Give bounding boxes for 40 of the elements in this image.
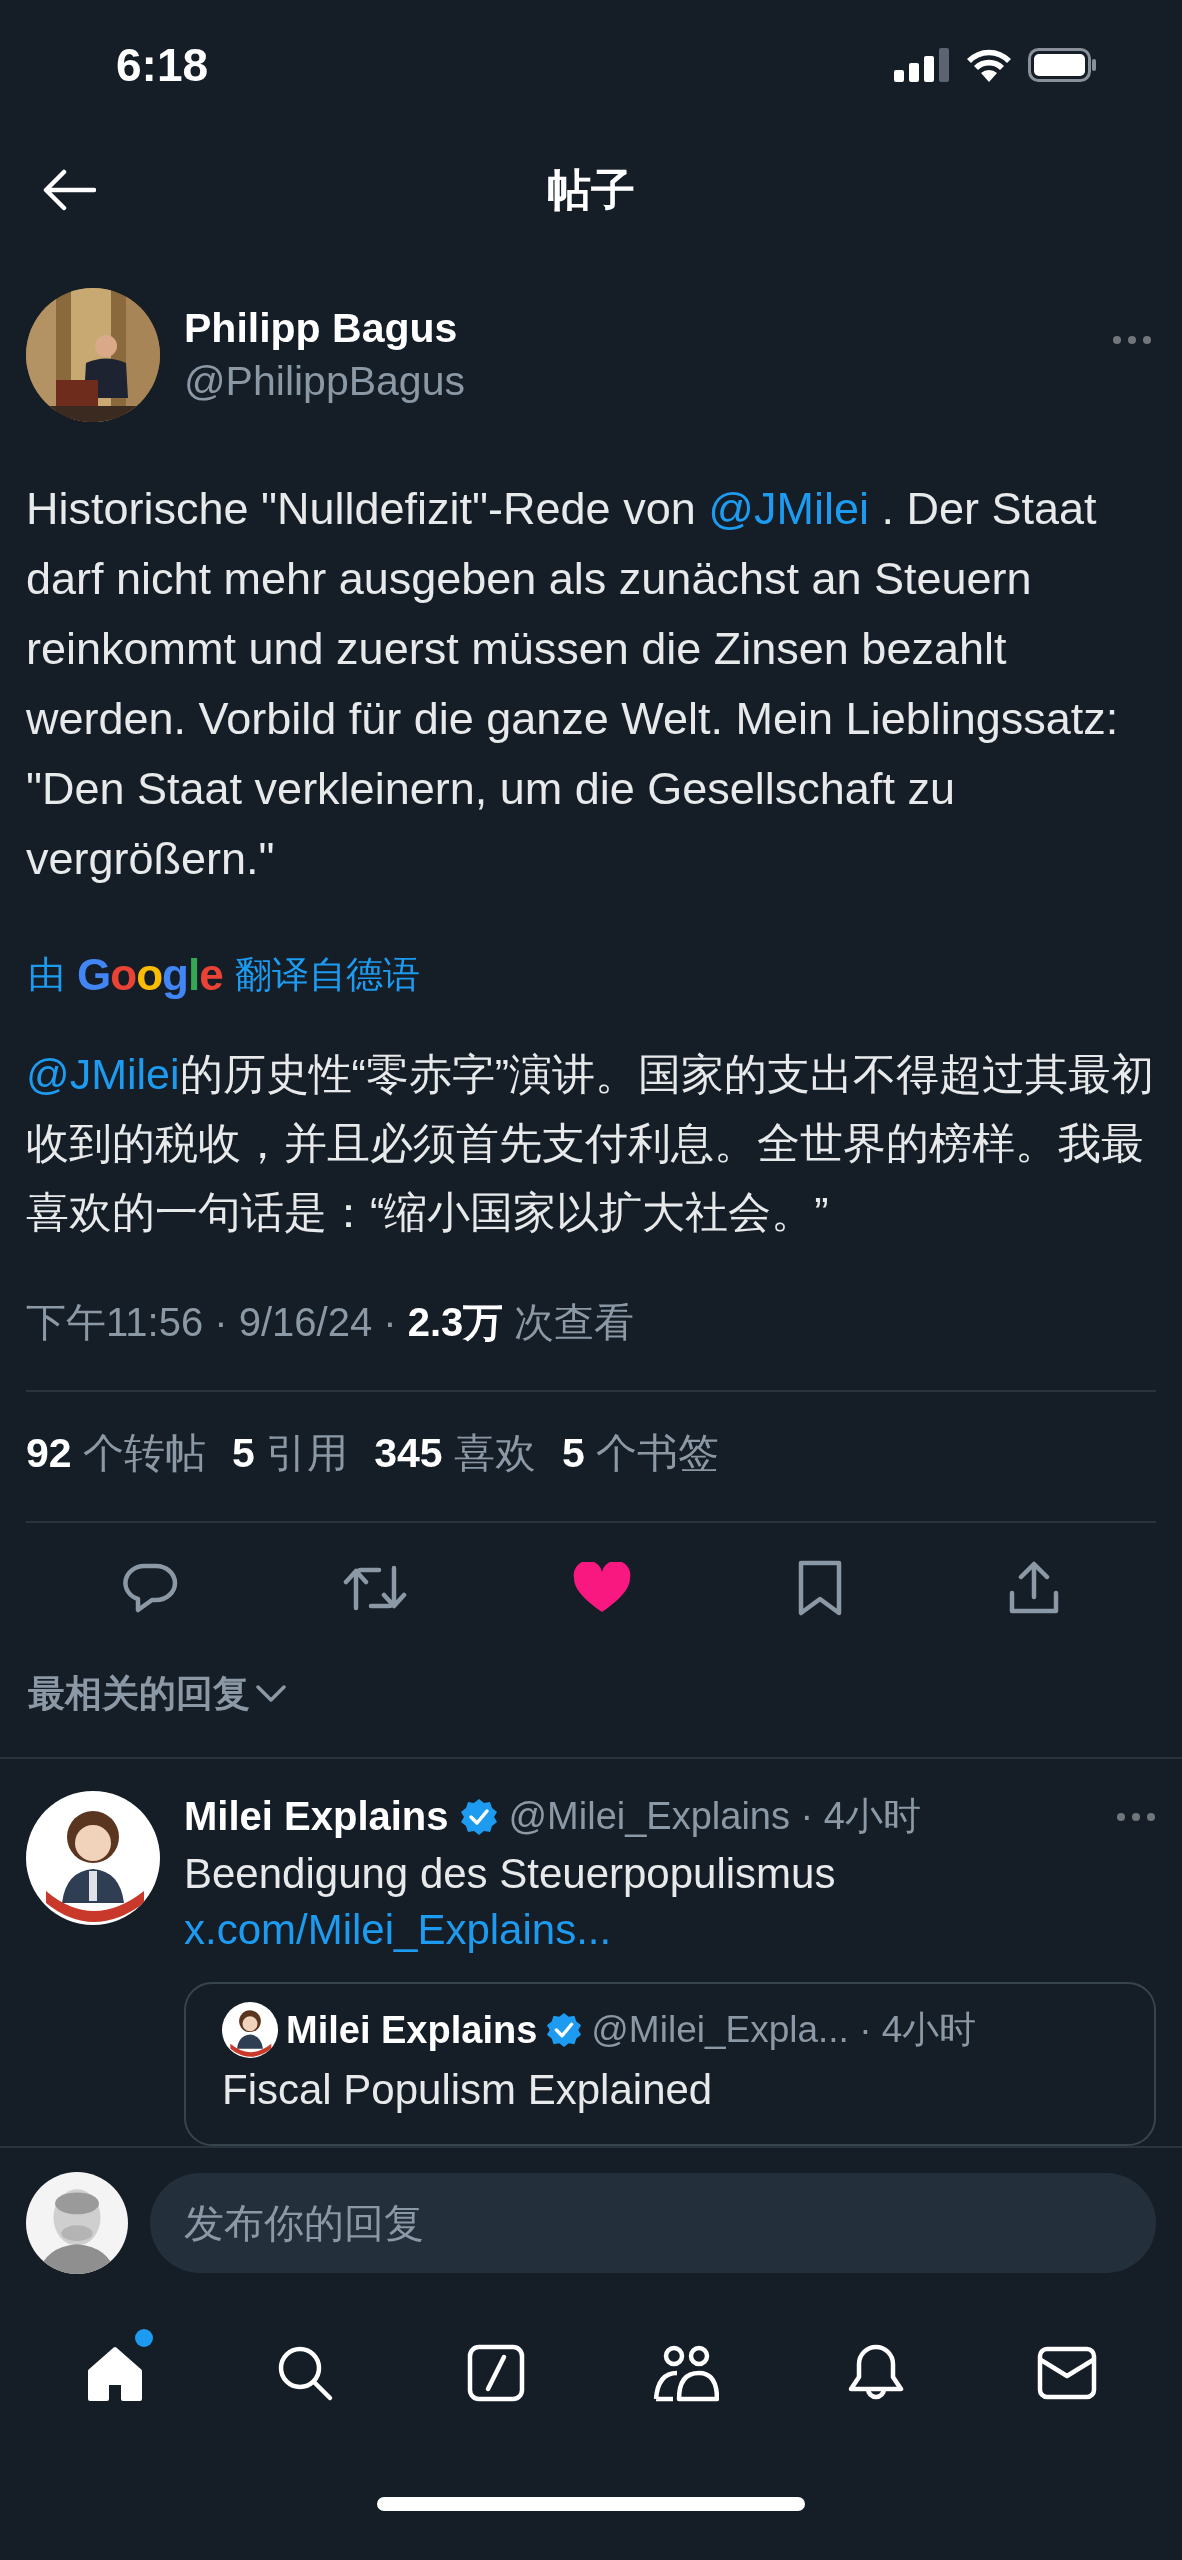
heart-icon[interactable]	[572, 1562, 632, 1614]
mention-link[interactable]: @JMilei	[708, 483, 869, 534]
bookmark-icon[interactable]	[796, 1559, 843, 1617]
replies-sort-label[interactable]: 最相关的回复	[28, 1669, 250, 1719]
envelope-icon[interactable]	[1036, 2346, 1097, 2400]
quoted-text: Fiscal Populism Explained	[222, 2066, 714, 2114]
reply-handle-time: @Milei_Explains · 4小时	[508, 1794, 921, 1839]
reply-icon[interactable]	[122, 1562, 179, 1614]
stat-link[interactable]: 345 喜欢	[374, 1426, 537, 1481]
slash-square-icon[interactable]	[465, 2343, 526, 2403]
reply-text: Beendigung des Steuerpopulismus	[184, 1850, 837, 1898]
quoted-handle-time: @Milei_Expla... · 4小时	[591, 2008, 977, 2052]
wifi-icon	[966, 48, 1012, 82]
post-text: Historische "Nulldefizit"-Rede von @JMilei . Der Staat darf nicht mehr ausgeben als zunächst an Steuern reinkommt und zuerst müssen die Zinsen bezahlt werden. Vorbild für die ganze Welt. Mein Lieblingssatz: "Den Staat verkleinern, um die Gesellschaft zu vergrößern."	[26, 482, 1120, 886]
signal-icon	[894, 48, 950, 82]
stat-link[interactable]: 5 引用	[232, 1426, 349, 1481]
post-timestamp: 下午11:56 · 9/16/24 · 2.3万 次查看	[26, 1299, 636, 1346]
author-name[interactable]: Philipp Bagus	[184, 305, 465, 352]
reply-author-name[interactable]: Milei Explains	[184, 1794, 449, 1839]
status-time: 6:18	[116, 38, 209, 92]
google-logo: Google	[77, 950, 223, 1000]
stat-link[interactable]: 5 个书签	[562, 1426, 720, 1481]
translated-text: @JMilei的历史性“零赤字”演讲。国家的支出不得超过其最初收到的税收，并且必须首先支付利息。全世界的榜样。我最喜欢的一句话是：“缩小国家以扩大社会。”	[26, 1049, 1156, 1238]
people-icon[interactable]	[653, 2343, 720, 2403]
share-icon[interactable]	[1007, 1561, 1060, 1615]
quoted-author-name: Milei Explains	[286, 2008, 538, 2052]
more-icon[interactable]	[1116, 1811, 1156, 1822]
reply-input-field[interactable]: 发布你的回复	[150, 2173, 1156, 2273]
back-arrow-icon[interactable]	[42, 169, 96, 211]
reply-link[interactable]: x.com/Milei_Explains...	[184, 1906, 612, 1954]
more-icon[interactable]	[1112, 335, 1152, 345]
translation-prefix: 由	[28, 953, 65, 997]
page-title: 帖子	[547, 163, 635, 216]
translation-link[interactable]: 翻译自德语	[234, 950, 420, 1000]
chevron-down-icon[interactable]	[256, 1685, 286, 1703]
author-handle[interactable]: @PhilippBagus	[184, 358, 465, 405]
stat-link[interactable]: 92 个转帖	[26, 1426, 206, 1481]
repost-icon[interactable]	[343, 1563, 408, 1613]
battery-icon	[1028, 48, 1098, 82]
mention-link[interactable]: @JMilei	[26, 1050, 180, 1098]
